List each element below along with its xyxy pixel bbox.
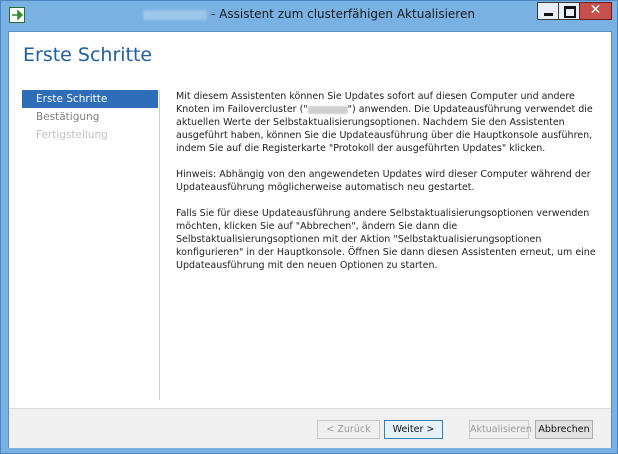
wizard-steps-nav: Erste Schritte Bestätigung Fertigstellun…	[22, 90, 158, 144]
hint-paragraph: Hinweis: Abhängig von den angewendeten U…	[176, 169, 591, 193]
close-icon[interactable]: ✕	[579, 2, 612, 20]
maximize-icon[interactable]	[558, 2, 580, 20]
redacted-cluster-name	[143, 9, 208, 20]
nav-divider	[159, 90, 160, 400]
update-button[interactable]: Aktualisieren	[469, 420, 532, 439]
next-button[interactable]: Weiter >	[384, 420, 443, 439]
wizard-client-area: Erste Schritte Erste Schritte Bestätigun…	[8, 31, 612, 448]
wizard-content: Mit diesem Assistenten können Sie Update…	[176, 90, 596, 285]
back-button[interactable]: < Zurück	[317, 420, 380, 439]
window-title: - Assistent zum clusterfähigen Aktualisi…	[1, 7, 617, 21]
minimize-icon[interactable]	[537, 2, 559, 20]
nav-step-bestaetigung[interactable]: Bestätigung	[22, 108, 158, 126]
button-bar: < Zurück Weiter > Aktualisieren Abbreche…	[9, 408, 611, 448]
redacted-cluster-name-inline	[307, 105, 348, 114]
page-title: Erste Schritte	[23, 44, 153, 66]
nav-step-erste-schritte[interactable]: Erste Schritte	[22, 90, 158, 108]
title-bar[interactable]: - Assistent zum clusterfähigen Aktualisi…	[1, 1, 617, 31]
cancel-button[interactable]: Abbrechen	[535, 420, 593, 439]
intro-paragraph: Mit diesem Assistenten können Sie Update…	[176, 90, 596, 155]
wizard-window: - Assistent zum clusterfähigen Aktualisi…	[0, 0, 618, 454]
window-title-text: - Assistent zum clusterfähigen Aktualisi…	[211, 7, 475, 21]
options-paragraph: Falls Sie für diese Updateausführung and…	[176, 208, 596, 271]
nav-step-fertigstellung: Fertigstellung	[36, 129, 108, 141]
